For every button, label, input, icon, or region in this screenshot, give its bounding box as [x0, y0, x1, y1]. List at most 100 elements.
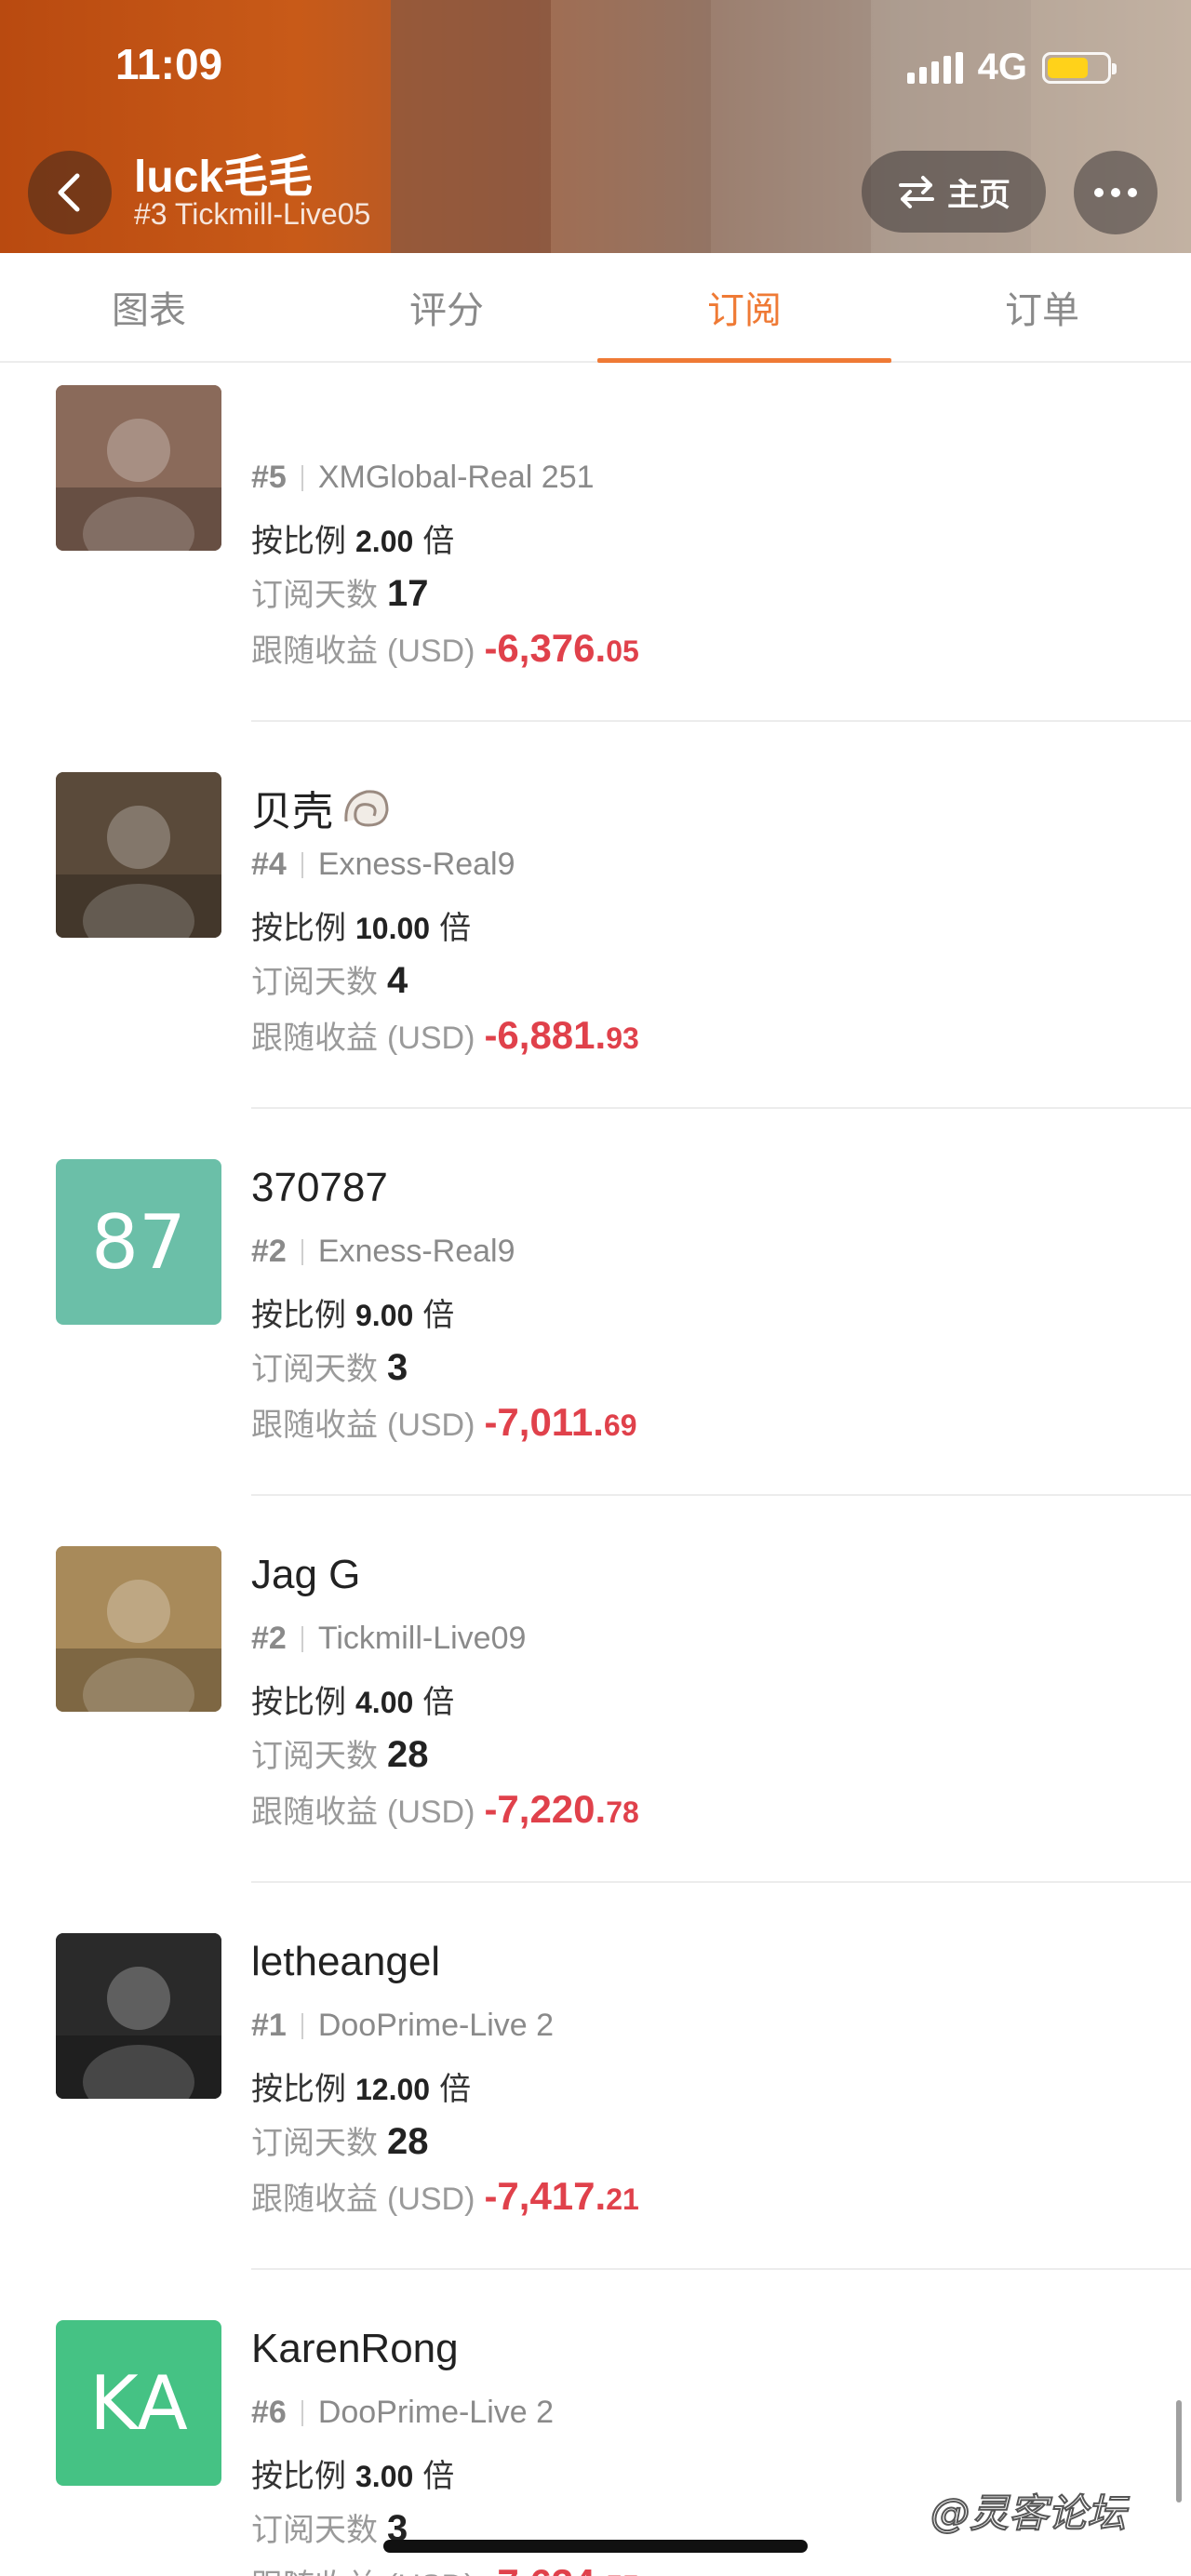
account-server: DooPrime-Live 2 — [317, 2008, 555, 2043]
profit-label: 跟随收益 — [251, 1795, 378, 1830]
home-button-label: 主页 — [947, 177, 1010, 213]
profit-unit: (USD) — [387, 1021, 475, 1056]
ratio-label: 按比例 — [251, 524, 346, 559]
days-value: 28 — [387, 1734, 429, 1775]
profit-unit: (USD) — [387, 1408, 475, 1443]
profit-line: 跟随收益 (USD) -6,376.05 — [251, 625, 639, 671]
subscriber-account: #2 Tickmill-Live09 — [251, 1621, 526, 1657]
tab-chart[interactable]: 图表 — [0, 253, 298, 361]
avatar[interactable] — [56, 772, 221, 938]
subscriber-item[interactable]: 87 370787 #2 Exness-Real9 按比例 9.00 倍 订阅天… — [0, 1107, 1191, 1494]
ratio-label: 按比例 — [251, 2072, 346, 2107]
profile-header: 11:09 4G luck毛毛 #3 Tickmill-Live05 主页 — [0, 0, 1191, 253]
account-rank: #2 — [251, 1234, 287, 1269]
profit-line: 跟随收益 (USD) -7,011.69 — [251, 1399, 636, 1445]
account-rank: #1 — [251, 2008, 287, 2043]
signal-icon — [906, 51, 963, 84]
separator — [301, 2012, 303, 2039]
network-label: 4G — [977, 47, 1027, 87]
days-line: 订阅天数 28 — [251, 1730, 429, 1776]
days-value: 3 — [387, 1347, 408, 1388]
header-background-photos — [391, 0, 1191, 253]
ratio-line: 按比例 10.00 倍 — [251, 902, 471, 948]
ratio-value: 3.00 — [355, 2460, 414, 2493]
avatar[interactable]: KA — [56, 2320, 221, 2486]
subscriber-item[interactable]: 贝壳 #4 Exness-Real9 按比例 10.00 倍 订阅天数 4 跟随… — [0, 720, 1191, 1107]
list-divider — [251, 1494, 1191, 1496]
profit-value: -6,881.93 — [484, 1013, 639, 1057]
home-indicator[interactable] — [383, 2540, 808, 2553]
avatar-photo-icon — [56, 772, 221, 938]
avatar-initials: KA — [89, 2359, 188, 2447]
account-rank: #2 — [251, 1621, 287, 1656]
subscriber-name: 370787 — [251, 1165, 388, 1210]
subscriber-account: #6 DooPrime-Live 2 — [251, 2395, 554, 2431]
profit-line: 跟随收益 (USD) -6,881.93 — [251, 1012, 639, 1058]
profit-value: -7,011.69 — [484, 1400, 637, 1444]
tab-bar: 图表 评分 订阅 订单 — [0, 253, 1191, 363]
tab-rating[interactable]: 评分 — [298, 253, 596, 361]
profit-line: 跟随收益 (USD) -7,634.55 — [251, 2560, 639, 2576]
profit-label: 跟随收益 — [251, 634, 378, 669]
home-button[interactable]: 主页 — [862, 151, 1046, 233]
more-button[interactable] — [1074, 151, 1158, 234]
profit-label: 跟随收益 — [251, 2182, 378, 2217]
profit-line: 跟随收益 (USD) -7,220.78 — [251, 1786, 639, 1832]
ratio-label: 按比例 — [251, 1298, 346, 1333]
ratio-label: 按比例 — [251, 2459, 346, 2494]
avatar[interactable] — [56, 1933, 221, 2099]
ratio-suffix: 倍 — [422, 1685, 455, 1720]
watermark-text: @灵客论坛 — [930, 2489, 1127, 2537]
more-dots-icon — [1094, 188, 1104, 197]
subscriber-item[interactable]: letheangel #1 DooPrime-Live 2 按比例 12.00 … — [0, 1881, 1191, 2268]
list-divider — [251, 2268, 1191, 2270]
battery-icon — [1042, 51, 1117, 84]
account-rank: #5 — [251, 460, 287, 495]
days-line: 订阅天数 17 — [251, 569, 429, 615]
subscriber-account: #5 XMGlobal-Real 251 — [251, 460, 595, 496]
account-server: XMGlobal-Real 251 — [317, 460, 595, 495]
scrollbar[interactable] — [1176, 2400, 1182, 2503]
profit-unit: (USD) — [387, 2182, 475, 2217]
trader-name: luck毛毛 — [134, 153, 314, 202]
account-server: DooPrime-Live 2 — [317, 2395, 555, 2430]
days-label: 订阅天数 — [251, 1739, 378, 1774]
shell-icon — [344, 790, 389, 827]
ratio-suffix: 倍 — [439, 2072, 472, 2107]
back-button[interactable] — [28, 151, 112, 234]
ratio-label: 按比例 — [251, 911, 346, 946]
swap-icon — [899, 176, 934, 208]
list-divider — [251, 720, 1191, 722]
account-server: Exness-Real9 — [317, 847, 515, 882]
subscriber-list[interactable]: #5 XMGlobal-Real 251 按比例 2.00 倍 订阅天数 17 … — [0, 363, 1191, 2576]
chevron-left-icon — [58, 173, 80, 212]
subscriber-item[interactable]: #5 XMGlobal-Real 251 按比例 2.00 倍 订阅天数 17 … — [0, 363, 1191, 720]
list-divider — [251, 1107, 1191, 1109]
ratio-value: 9.00 — [355, 1299, 414, 1332]
profit-value: -7,634.55 — [484, 2561, 638, 2576]
avatar-photo-icon — [56, 385, 221, 551]
ratio-line: 按比例 4.00 倍 — [251, 1676, 454, 1722]
days-label: 订阅天数 — [251, 965, 378, 1000]
separator — [301, 851, 303, 878]
avatar[interactable] — [56, 1546, 221, 1712]
ratio-line: 按比例 9.00 倍 — [251, 1289, 454, 1335]
profit-value: -7,417.21 — [484, 2174, 639, 2218]
ratio-line: 按比例 2.00 倍 — [251, 515, 454, 561]
trader-account: #3 Tickmill-Live05 — [134, 197, 371, 231]
profit-label: 跟随收益 — [251, 1408, 378, 1443]
days-line: 订阅天数 4 — [251, 956, 408, 1002]
avatar[interactable]: 87 — [56, 1159, 221, 1325]
profit-label: 跟随收益 — [251, 1021, 378, 1056]
avatar[interactable] — [56, 385, 221, 551]
account-server: Tickmill-Live09 — [317, 1621, 527, 1656]
days-label: 订阅天数 — [251, 2513, 378, 2548]
tab-orders[interactable]: 订单 — [893, 253, 1191, 361]
subscriber-account: #2 Exness-Real9 — [251, 1234, 515, 1270]
ratio-value: 2.00 — [355, 525, 414, 558]
avatar-initials: 87 — [91, 1198, 186, 1286]
separator — [301, 464, 303, 491]
subscriber-item[interactable]: Jag G #2 Tickmill-Live09 按比例 4.00 倍 订阅天数… — [0, 1494, 1191, 1881]
tab-subscriptions[interactable]: 订阅 — [596, 253, 893, 363]
subscriber-name: Jag G — [251, 1552, 361, 1597]
